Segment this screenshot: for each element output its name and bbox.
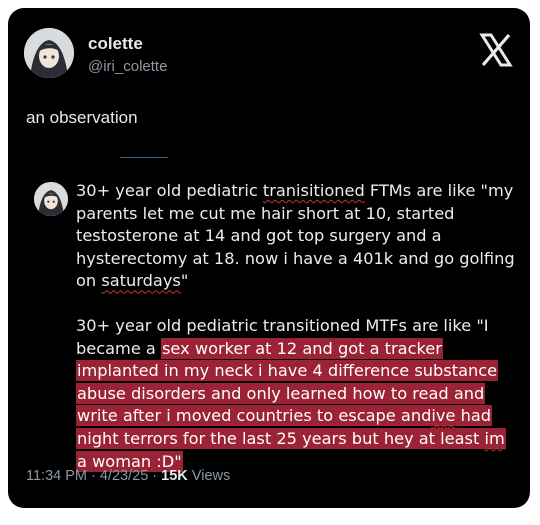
quoted-text: 30+ year old pediatric tranisitioned FTM…: [76, 180, 516, 473]
quoted-avatar: [34, 182, 68, 216]
tweet-date[interactable]: 4/23/25: [100, 468, 148, 484]
text-segment: 30+ year old pediatric: [76, 181, 263, 200]
separator: ·: [148, 468, 162, 484]
tweet-card: colette @iri_colette an observation 30+ …: [8, 8, 530, 508]
misspelled-word: ive: [431, 406, 456, 426]
misspelled-word: tranisitioned: [262, 181, 365, 200]
quote-paragraph-ftm: 30+ year old pediatric tranisitioned FTM…: [76, 180, 516, 293]
separator: ·: [87, 468, 100, 484]
anime-avatar-icon: [24, 28, 74, 78]
divider: [120, 157, 168, 158]
views-label: Views: [187, 468, 231, 484]
text-segment: ": [180, 271, 189, 291]
misspelled-word: im: [484, 428, 505, 448]
author-handle[interactable]: @iri_colette: [88, 58, 167, 75]
tweet-text: an observation: [26, 108, 138, 127]
anime-avatar-icon: [34, 182, 68, 216]
x-logo-icon[interactable]: [476, 30, 516, 70]
quote-paragraph-mtf: 30+ year old pediatric transitioned MTFs…: [76, 315, 516, 473]
author-avatar[interactable]: [24, 28, 74, 78]
views-count[interactable]: 15K: [161, 468, 188, 484]
tweet-meta: 11:34 PM · 4/23/25 · 15K Views: [26, 468, 230, 484]
misspelled-word: saturdays: [101, 271, 181, 291]
tweet-time[interactable]: 11:34 PM: [26, 468, 87, 484]
author-display-name[interactable]: colette: [88, 34, 143, 54]
